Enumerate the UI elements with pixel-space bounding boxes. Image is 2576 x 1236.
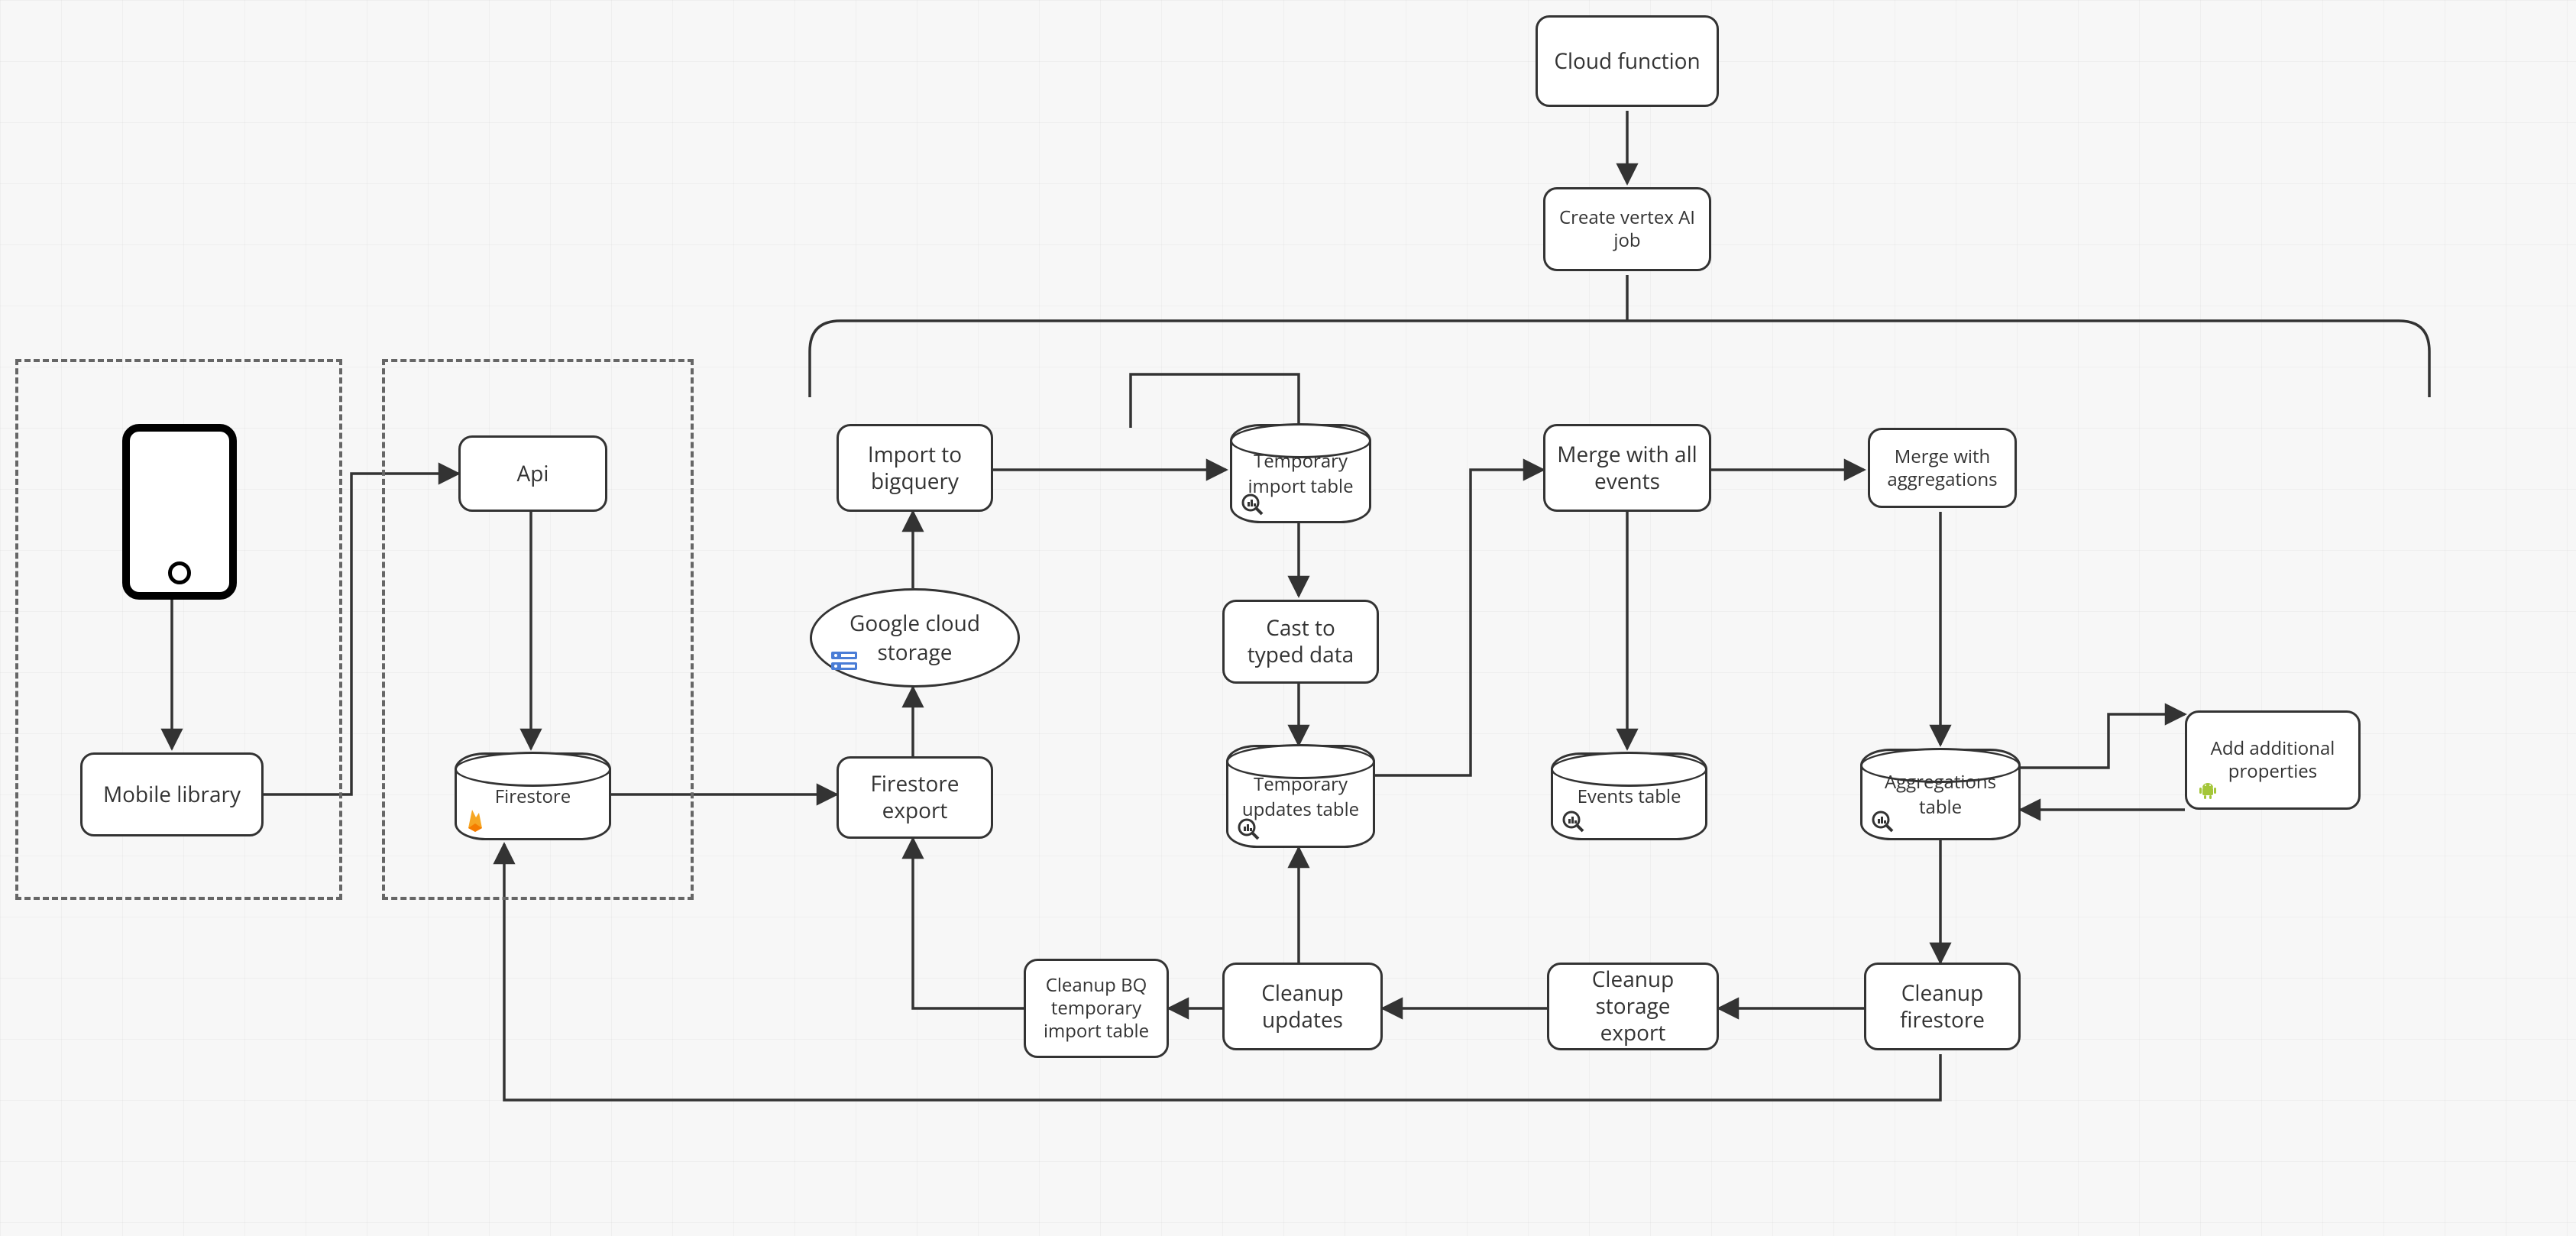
label: Temporary updates table xyxy=(1235,772,1366,822)
node-mobile-library[interactable]: Mobile library xyxy=(80,752,264,836)
node-add-additional-properties[interactable]: Add additional properties xyxy=(2185,710,2361,810)
node-gcs[interactable]: Google cloud storage xyxy=(810,588,1020,688)
node-events-table[interactable]: Events table xyxy=(1551,752,1707,840)
node-firestore-export[interactable]: Firestore export xyxy=(837,756,993,839)
node-merge-all-events[interactable]: Merge with all events xyxy=(1543,424,1711,512)
label: Merge with all events xyxy=(1556,442,1698,495)
label: Cleanup BQ temporary import table xyxy=(1037,974,1156,1043)
server-icon xyxy=(830,644,858,673)
label: Cast to typed data xyxy=(1235,615,1366,668)
node-merge-aggregations[interactable]: Merge with aggregations xyxy=(1868,428,2017,508)
label: Mobile library xyxy=(103,781,241,808)
node-firestore[interactable]: Firestore xyxy=(455,752,611,840)
label: Temporary import table xyxy=(1239,448,1362,499)
node-temp-updates-table[interactable]: Temporary updates table xyxy=(1226,745,1375,848)
bigquery-icon xyxy=(1561,810,1584,833)
node-api[interactable]: Api xyxy=(458,435,607,512)
node-cast-typed[interactable]: Cast to typed data xyxy=(1222,600,1379,684)
android-icon xyxy=(2198,777,2218,800)
bigquery-icon xyxy=(1241,493,1264,516)
label: Api xyxy=(517,461,549,487)
node-import-bigquery[interactable]: Import to bigquery xyxy=(837,424,993,512)
label: Cleanup updates xyxy=(1235,980,1370,1034)
node-aggregations-table[interactable]: Aggregations table xyxy=(1860,749,2021,840)
label: Cleanup firestore xyxy=(1877,980,2008,1034)
bigquery-icon xyxy=(1237,817,1260,840)
label: Merge with aggregations xyxy=(1881,445,2004,491)
node-cleanup-firestore[interactable]: Cleanup firestore xyxy=(1864,963,2021,1050)
label: Create vertex AI job xyxy=(1556,206,1698,252)
label: Add additional properties xyxy=(2198,737,2348,783)
smartphone-icon xyxy=(122,424,237,600)
firebase-icon xyxy=(465,808,485,833)
diagram-canvas: Cloud function Create vertex AI job Api … xyxy=(0,0,2576,1236)
node-cleanup-updates[interactable]: Cleanup updates xyxy=(1222,963,1383,1050)
node-create-vertex[interactable]: Create vertex AI job xyxy=(1543,187,1711,271)
label: Firestore xyxy=(495,784,571,809)
label: Firestore export xyxy=(849,771,980,824)
bigquery-icon xyxy=(1871,810,1894,833)
label: Cloud function xyxy=(1554,48,1700,75)
node-temp-import-table[interactable]: Temporary import table xyxy=(1230,424,1371,523)
label: Cleanup storage export xyxy=(1560,966,1706,1047)
node-cleanup-storage-export[interactable]: Cleanup storage export xyxy=(1547,963,1719,1050)
label: Import to bigquery xyxy=(849,442,980,495)
node-cleanup-bq-tmp[interactable]: Cleanup BQ temporary import table xyxy=(1024,959,1169,1058)
node-cloud-function[interactable]: Cloud function xyxy=(1536,15,1719,107)
label: Events table xyxy=(1578,784,1681,809)
